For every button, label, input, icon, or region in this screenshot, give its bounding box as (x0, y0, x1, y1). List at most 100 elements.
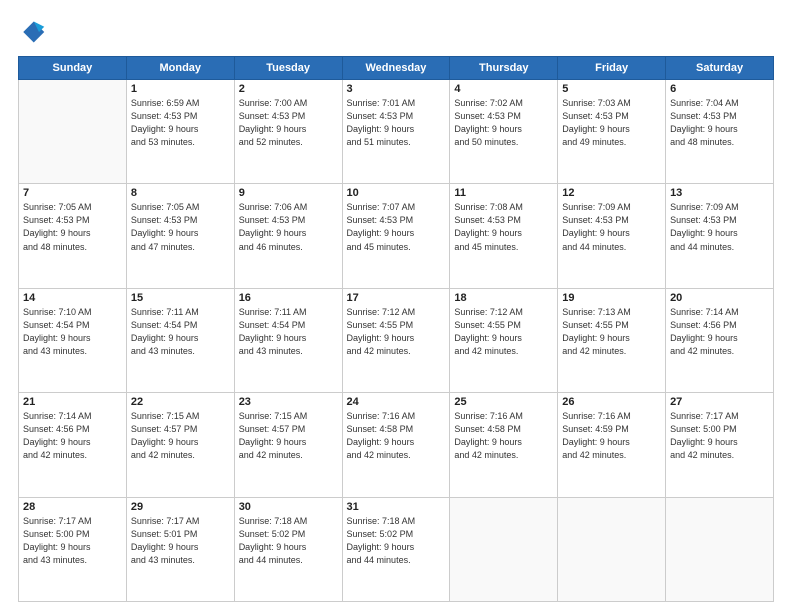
day-info: Sunrise: 7:16 AMSunset: 4:59 PMDaylight:… (562, 410, 661, 462)
day-number: 19 (562, 292, 661, 304)
day-info: Sunrise: 7:18 AMSunset: 5:02 PMDaylight:… (239, 515, 338, 567)
day-info: Sunrise: 7:00 AMSunset: 4:53 PMDaylight:… (239, 97, 338, 149)
calendar-cell: 29 Sunrise: 7:17 AMSunset: 5:01 PMDayligh… (126, 497, 234, 601)
day-number: 17 (347, 292, 446, 304)
day-info: Sunrise: 7:03 AMSunset: 4:53 PMDaylight:… (562, 97, 661, 149)
calendar-week-row: 28 Sunrise: 7:17 AMSunset: 5:00 PMDayligh… (19, 497, 774, 601)
day-info: Sunrise: 7:11 AMSunset: 4:54 PMDaylight:… (131, 306, 230, 358)
day-number: 29 (131, 501, 230, 513)
day-info: Sunrise: 7:14 AMSunset: 4:56 PMDaylight:… (23, 410, 122, 462)
calendar-week-row: 21 Sunrise: 7:14 AMSunset: 4:56 PMDayligh… (19, 393, 774, 497)
day-number: 4 (454, 83, 553, 95)
calendar-cell (19, 80, 127, 184)
day-number: 31 (347, 501, 446, 513)
day-number: 13 (670, 187, 769, 199)
calendar-cell: 3 Sunrise: 7:01 AMSunset: 4:53 PMDaylight… (342, 80, 450, 184)
calendar-cell: 4Sunrise: 7:02 AMSunset: 4:53 PMDaylight… (450, 80, 558, 184)
day-info: Sunrise: 7:12 AMSunset: 4:55 PMDaylight:… (454, 306, 553, 358)
calendar-cell: 22 Sunrise: 7:15 AMSunset: 4:57 PMDayligh… (126, 393, 234, 497)
day-info: Sunrise: 7:15 AMSunset: 4:57 PMDaylight:… (131, 410, 230, 462)
calendar-cell: 10 Sunrise: 7:07 AMSunset: 4:53 PMDayligh… (342, 184, 450, 288)
weekday-header-thursday: Thursday (450, 57, 558, 80)
day-number: 15 (131, 292, 230, 304)
calendar-cell: 1 Sunrise: 6:59 AMSunset: 4:53 PMDaylight… (126, 80, 234, 184)
weekday-header-wednesday: Wednesday (342, 57, 450, 80)
day-number: 27 (670, 396, 769, 408)
page: SundayMondayTuesdayWednesdayThursdayFrid… (0, 0, 792, 612)
day-number: 10 (347, 187, 446, 199)
day-number: 21 (23, 396, 122, 408)
day-info: Sunrise: 7:01 AMSunset: 4:53 PMDaylight:… (347, 97, 446, 149)
day-number: 14 (23, 292, 122, 304)
day-info: Sunrise: 7:08 AMSunset: 4:53 PMDaylight:… (454, 201, 553, 253)
calendar-cell (666, 497, 774, 601)
day-info: Sunrise: 7:12 AMSunset: 4:55 PMDaylight:… (347, 306, 446, 358)
day-number: 7 (23, 187, 122, 199)
weekday-header-friday: Friday (558, 57, 666, 80)
day-info: Sunrise: 7:15 AMSunset: 4:57 PMDaylight:… (239, 410, 338, 462)
day-info: Sunrise: 7:17 AMSunset: 5:00 PMDaylight:… (23, 515, 122, 567)
calendar-cell: 12 Sunrise: 7:09 AMSunset: 4:53 PMDayligh… (558, 184, 666, 288)
calendar-cell: 14 Sunrise: 7:10 AMSunset: 4:54 PMDayligh… (19, 288, 127, 392)
day-number: 5 (562, 83, 661, 95)
day-number: 3 (347, 83, 446, 95)
calendar-cell: 21 Sunrise: 7:14 AMSunset: 4:56 PMDayligh… (19, 393, 127, 497)
day-number: 18 (454, 292, 553, 304)
calendar-cell (450, 497, 558, 601)
calendar-cell: 16 Sunrise: 7:11 AMSunset: 4:54 PMDayligh… (234, 288, 342, 392)
calendar-cell: 13 Sunrise: 7:09 AMSunset: 4:53 PMDayligh… (666, 184, 774, 288)
calendar-cell: 28 Sunrise: 7:17 AMSunset: 5:00 PMDayligh… (19, 497, 127, 601)
calendar-cell: 23Sunrise: 7:15 AMSunset: 4:57 PMDayligh… (234, 393, 342, 497)
day-info: Sunrise: 7:07 AMSunset: 4:53 PMDaylight:… (347, 201, 446, 253)
day-number: 20 (670, 292, 769, 304)
day-number: 1 (131, 83, 230, 95)
day-info: Sunrise: 7:18 AMSunset: 5:02 PMDaylight:… (347, 515, 446, 567)
weekday-header-monday: Monday (126, 57, 234, 80)
calendar-cell: 30 Sunrise: 7:18 AMSunset: 5:02 PMDayligh… (234, 497, 342, 601)
day-number: 25 (454, 396, 553, 408)
logo (18, 18, 50, 46)
calendar-cell: 19 Sunrise: 7:13 AMSunset: 4:55 PMDayligh… (558, 288, 666, 392)
day-number: 8 (131, 187, 230, 199)
day-number: 30 (239, 501, 338, 513)
day-number: 9 (239, 187, 338, 199)
day-info: Sunrise: 7:16 AMSunset: 4:58 PMDaylight:… (454, 410, 553, 462)
day-info: Sunrise: 7:10 AMSunset: 4:54 PMDaylight:… (23, 306, 122, 358)
day-info: Sunrise: 6:59 AMSunset: 4:53 PMDaylight:… (131, 97, 230, 149)
calendar-cell: 6Sunrise: 7:04 AMSunset: 4:53 PMDaylight… (666, 80, 774, 184)
day-number: 11 (454, 187, 553, 199)
weekday-header-row: SundayMondayTuesdayWednesdayThursdayFrid… (19, 57, 774, 80)
day-info: Sunrise: 7:05 AMSunset: 4:53 PMDaylight:… (131, 201, 230, 253)
calendar-cell: 9 Sunrise: 7:06 AMSunset: 4:53 PMDaylight… (234, 184, 342, 288)
day-info: Sunrise: 7:17 AMSunset: 5:01 PMDaylight:… (131, 515, 230, 567)
day-number: 22 (131, 396, 230, 408)
day-info: Sunrise: 7:17 AMSunset: 5:00 PMDaylight:… (670, 410, 769, 462)
calendar-cell: 25 Sunrise: 7:16 AMSunset: 4:58 PMDayligh… (450, 393, 558, 497)
calendar-cell: 26Sunrise: 7:16 AMSunset: 4:59 PMDayligh… (558, 393, 666, 497)
weekday-header-tuesday: Tuesday (234, 57, 342, 80)
weekday-header-saturday: Saturday (666, 57, 774, 80)
day-number: 12 (562, 187, 661, 199)
logo-icon (18, 18, 46, 46)
day-number: 28 (23, 501, 122, 513)
day-info: Sunrise: 7:11 AMSunset: 4:54 PMDaylight:… (239, 306, 338, 358)
calendar-table: SundayMondayTuesdayWednesdayThursdayFrid… (18, 56, 774, 602)
calendar-cell: 20 Sunrise: 7:14 AMSunset: 4:56 PMDayligh… (666, 288, 774, 392)
calendar-week-row: 7 Sunrise: 7:05 AMSunset: 4:53 PMDaylight… (19, 184, 774, 288)
calendar-cell: 31 Sunrise: 7:18 AMSunset: 5:02 PMDayligh… (342, 497, 450, 601)
header (18, 18, 774, 46)
day-info: Sunrise: 7:13 AMSunset: 4:55 PMDaylight:… (562, 306, 661, 358)
day-info: Sunrise: 7:14 AMSunset: 4:56 PMDaylight:… (670, 306, 769, 358)
calendar-cell: 18 Sunrise: 7:12 AMSunset: 4:55 PMDayligh… (450, 288, 558, 392)
day-info: Sunrise: 7:09 AMSunset: 4:53 PMDaylight:… (562, 201, 661, 253)
calendar-week-row: 14 Sunrise: 7:10 AMSunset: 4:54 PMDayligh… (19, 288, 774, 392)
day-info: Sunrise: 7:09 AMSunset: 4:53 PMDaylight:… (670, 201, 769, 253)
calendar-cell: 15 Sunrise: 7:11 AMSunset: 4:54 PMDayligh… (126, 288, 234, 392)
day-number: 16 (239, 292, 338, 304)
calendar-cell: 2 Sunrise: 7:00 AMSunset: 4:53 PMDaylight… (234, 80, 342, 184)
day-info: Sunrise: 7:06 AMSunset: 4:53 PMDaylight:… (239, 201, 338, 253)
calendar-cell: 8 Sunrise: 7:05 AMSunset: 4:53 PMDaylight… (126, 184, 234, 288)
calendar-cell: 27 Sunrise: 7:17 AMSunset: 5:00 PMDayligh… (666, 393, 774, 497)
weekday-header-sunday: Sunday (19, 57, 127, 80)
day-number: 2 (239, 83, 338, 95)
